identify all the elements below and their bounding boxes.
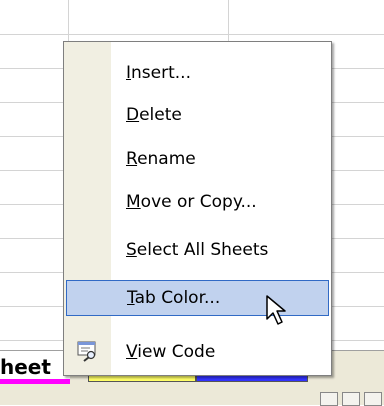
- tab-scroll-next-button[interactable]: [342, 392, 360, 406]
- sheet-tab-active[interactable]: heet: [0, 351, 70, 384]
- sheet-tab-label: heet: [0, 355, 51, 379]
- menu-item-move-or-copy[interactable]: Move or Copy...: [64, 184, 331, 220]
- sheet-tab-context-menu: Insert... Delete Rename Move or Copy... …: [63, 41, 332, 376]
- row-divider: [0, 34, 384, 35]
- view-code-icon: [76, 339, 98, 362]
- menu-item-delete[interactable]: Delete: [64, 97, 331, 133]
- menu-item-insert[interactable]: Insert...: [64, 55, 331, 91]
- menu-item-label: Rename: [126, 149, 196, 169]
- menu-item-tab-color[interactable]: Tab Color...: [66, 280, 329, 316]
- menu-item-label: Tab Color...: [127, 288, 221, 308]
- menu-item-label: Select All Sheets: [126, 240, 269, 260]
- menu-item-view-code[interactable]: View Code: [64, 334, 331, 370]
- menu-item-label: Delete: [126, 105, 182, 125]
- menu-item-label: Move or Copy...: [126, 192, 257, 212]
- tab-scroll-first-button[interactable]: [320, 392, 338, 406]
- menu-item-label: Insert...: [126, 63, 191, 83]
- menu-item-label: View Code: [126, 342, 216, 362]
- menu-item-rename[interactable]: Rename: [64, 141, 331, 177]
- menu-item-select-all-sheets[interactable]: Select All Sheets: [64, 232, 331, 268]
- tab-scroll-last-button[interactable]: [364, 392, 382, 406]
